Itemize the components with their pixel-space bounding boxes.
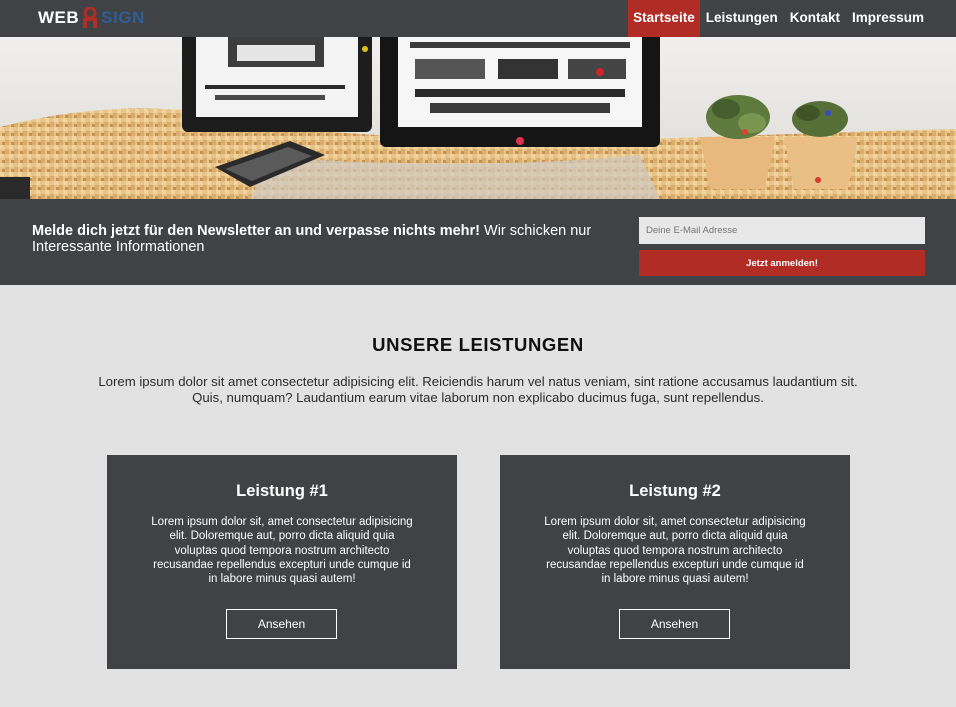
nav-item-kontakt[interactable]: Kontakt	[784, 0, 846, 37]
services-title: UNSERE LEISTUNGEN	[372, 334, 584, 355]
newsletter-subscribe-button[interactable]: Jetzt anmelden!	[639, 250, 925, 276]
service-card-2: Leistung #2 Lorem ipsum dolor sit, amet …	[500, 455, 850, 669]
nav-item-impressum[interactable]: Impressum	[846, 0, 930, 37]
top-navbar: WEB SIGN Startseite Leistungen Kontakt I…	[0, 0, 956, 37]
site-logo[interactable]: WEB SIGN	[38, 6, 145, 29]
service-card-view-button[interactable]: Ansehen	[226, 609, 337, 639]
services-intro: Lorem ipsum dolor sit amet consectetur a…	[98, 374, 858, 405]
service-card-title: Leistung #1	[236, 482, 328, 500]
service-card-title: Leistung #2	[629, 482, 721, 500]
service-card-1: Leistung #1 Lorem ipsum dolor sit, amet …	[107, 455, 457, 669]
newsletter-headline: Melde dich jetzt für den Newsletter an u…	[32, 223, 480, 239]
nav-item-leistungen[interactable]: Leistungen	[700, 0, 784, 37]
main-nav: Startseite Leistungen Kontakt Impressum	[628, 0, 930, 37]
newsletter-email-input[interactable]	[639, 217, 925, 244]
service-card-view-button[interactable]: Ansehen	[619, 609, 730, 639]
newsletter-text: Melde dich jetzt für den Newsletter an u…	[32, 223, 612, 255]
hero-image	[0, 37, 956, 199]
service-card-text: Lorem ipsum dolor sit, amet consectetur …	[151, 516, 413, 586]
logo-text-sign: SIGN	[101, 8, 145, 27]
hero-illustration	[0, 37, 956, 199]
service-card-text: Lorem ipsum dolor sit, amet consectetur …	[544, 516, 806, 586]
nav-item-startseite[interactable]: Startseite	[628, 0, 700, 37]
logo-text-web: WEB	[38, 8, 80, 27]
logo-mark-icon	[80, 6, 100, 29]
